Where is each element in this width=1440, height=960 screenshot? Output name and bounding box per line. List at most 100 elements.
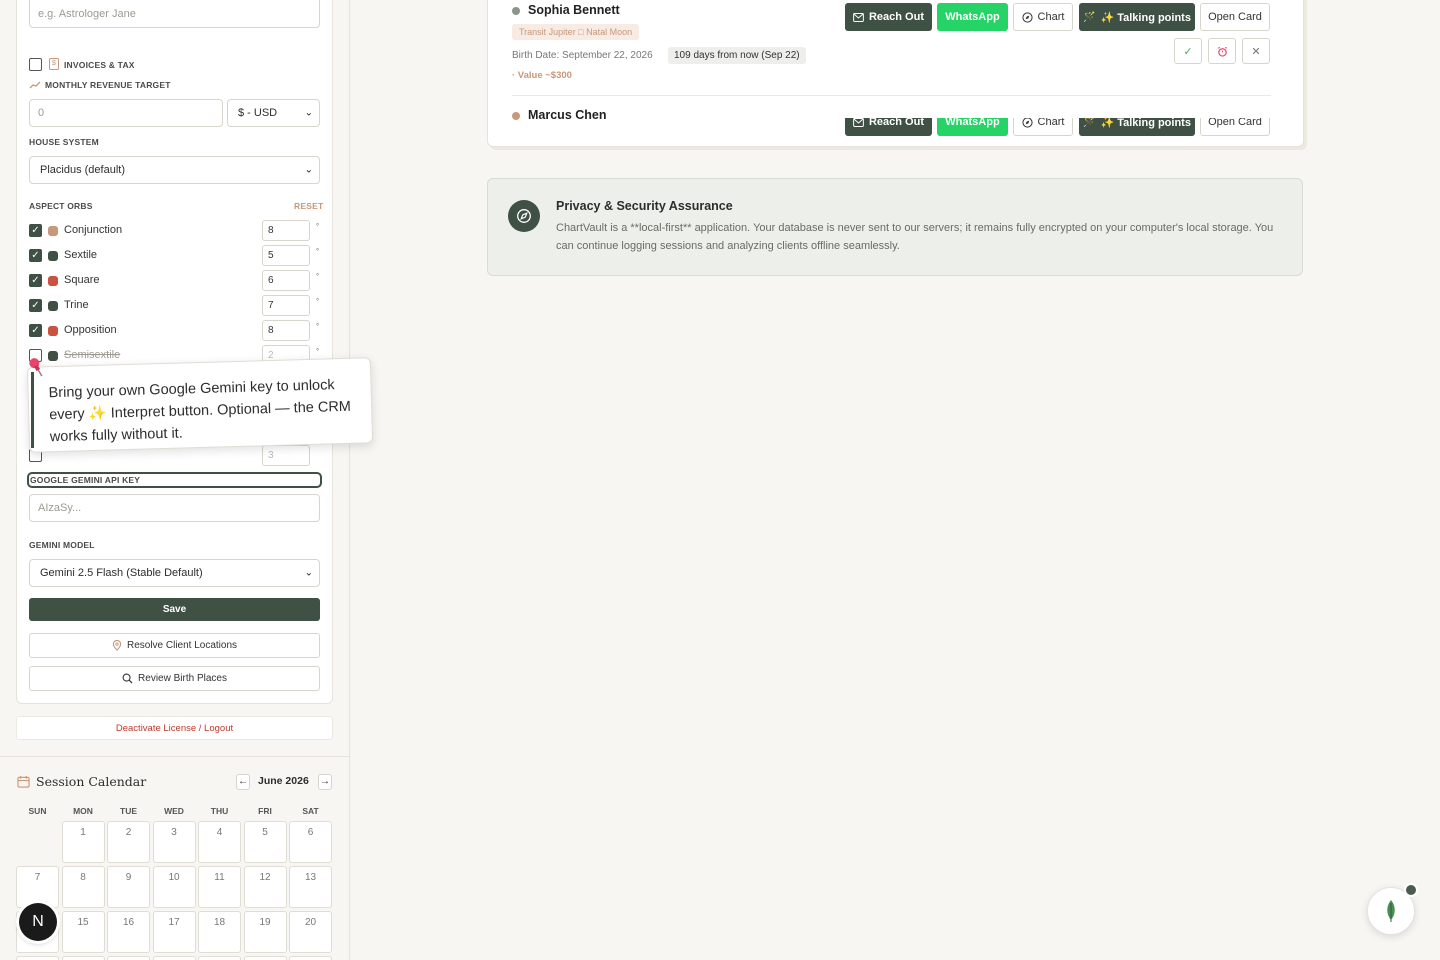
gemini-key-placeholder: AIzaSy...: [38, 502, 82, 514]
calendar-day[interactable]: [152, 956, 196, 960]
prev-month-button[interactable]: ←: [236, 774, 250, 790]
calendar-day[interactable]: 17: [152, 911, 196, 953]
calendar-day[interactable]: 15: [61, 911, 105, 953]
calendar-day[interactable]: 10: [152, 866, 196, 908]
avatar[interactable]: N: [19, 903, 57, 941]
house-system-select[interactable]: Placidus (default) ⌄: [29, 156, 320, 184]
chart-button[interactable]: Chart: [1013, 3, 1073, 31]
degree-symbol: °: [316, 222, 320, 231]
calendar-day[interactable]: 5: [243, 821, 287, 863]
orb-checkbox[interactable]: ✓: [29, 249, 42, 262]
revenue-target-input[interactable]: 0: [29, 99, 223, 127]
calendar-day[interactable]: 1: [61, 821, 105, 863]
calendar-day[interactable]: 16: [107, 911, 150, 953]
client-actions-clipped: Reach Out WhatsApp Chart 🪄 ✨ Talking poi…: [488, 118, 1303, 146]
privacy-body: ChartVault is a **local-first** applicat…: [556, 222, 1274, 252]
calendar-day[interactable]: 8: [61, 866, 105, 908]
sidebar: e.g. Astrologer Jane $ INVOICES & TAX MO…: [0, 0, 350, 960]
client-name[interactable]: Sophia Bennett: [528, 3, 620, 17]
weekday-header: THU: [210, 806, 229, 816]
calendar-day[interactable]: 3: [152, 821, 196, 863]
reach-out-button[interactable]: Reach Out: [845, 118, 932, 136]
open-card-button[interactable]: Open Card: [1200, 118, 1270, 136]
calendar-day[interactable]: 7: [16, 866, 59, 908]
upcoming-clients-card: Sophia Bennett Transit Jupiter □ Natal M…: [487, 0, 1304, 147]
gemini-key-input[interactable]: AIzaSy...: [29, 494, 320, 522]
orb-value-input[interactable]: 3: [262, 445, 310, 466]
calendar-day[interactable]: 4: [198, 821, 241, 863]
talking-points-button[interactable]: 🪄 ✨ Talking points: [1079, 118, 1195, 136]
client-value: · Value ~$300: [512, 70, 572, 81]
orb-value-input[interactable]: 8: [262, 220, 310, 241]
house-system-label: HOUSE SYSTEM: [29, 137, 99, 147]
open-card-button[interactable]: Open Card: [1200, 3, 1270, 31]
sparkles-icon: ✨: [88, 405, 107, 423]
orb-value-input[interactable]: 8: [262, 320, 310, 341]
reach-out-button[interactable]: Reach Out: [845, 3, 932, 31]
calendar-day[interactable]: 11: [198, 866, 241, 908]
whatsapp-label: WhatsApp: [945, 11, 1000, 23]
reach-out-label: Reach Out: [868, 11, 924, 23]
astrologer-name-input[interactable]: e.g. Astrologer Jane: [29, 0, 320, 28]
open-card-label: Open Card: [1208, 11, 1262, 23]
chevron-down-icon: ⌄: [304, 107, 313, 119]
dismiss-button[interactable]: ✕: [1242, 38, 1270, 64]
chart-button[interactable]: Chart: [1013, 118, 1073, 136]
orb-name: Sextile: [64, 249, 98, 261]
calendar-day[interactable]: 2: [107, 821, 150, 863]
calendar-day[interactable]: 20: [289, 911, 332, 953]
currency-select[interactable]: $ - USD ⌄: [227, 99, 320, 127]
gemini-key-label: GOOGLE GEMINI API KEY: [30, 475, 141, 485]
calendar-day[interactable]: 19: [243, 911, 287, 953]
conjunction-color-icon: [48, 226, 58, 236]
orb-checkbox[interactable]: ✓: [29, 299, 42, 312]
calendar-day[interactable]: [16, 956, 59, 960]
degree-symbol: °: [316, 272, 320, 281]
whatsapp-button[interactable]: WhatsApp: [937, 118, 1008, 136]
map-pin-icon: [112, 640, 122, 651]
weekday-header: SUN: [28, 806, 47, 816]
gemini-model-select[interactable]: Gemini 2.5 Flash (Stable Default) ⌄: [29, 559, 320, 587]
house-system-value: Placidus (default): [40, 164, 125, 176]
degree-symbol: °: [316, 247, 320, 256]
orb-value-input[interactable]: 7: [262, 295, 310, 316]
calendar-day[interactable]: 13: [289, 866, 332, 908]
logout-button[interactable]: Deactivate License / Logout: [16, 716, 333, 740]
calendar-month: June 2026: [258, 775, 309, 787]
calendar-day[interactable]: 9: [107, 866, 150, 908]
close-icon: ✕: [1251, 45, 1261, 58]
orb-row-conjunction: ✓ Conjunction 8 °: [29, 220, 320, 241]
revenue-target-label: MONTHLY REVENUE TARGET: [45, 80, 171, 90]
calendar-day[interactable]: 6: [289, 821, 332, 863]
orb-checkbox[interactable]: ✓: [29, 324, 42, 337]
review-birth-places-label: Review Birth Places: [138, 673, 227, 684]
orb-value-input[interactable]: 5: [262, 245, 310, 266]
invoices-checkbox[interactable]: [29, 58, 42, 71]
compass-icon: [508, 200, 540, 232]
next-month-button[interactable]: →: [318, 774, 332, 790]
calendar-day[interactable]: [107, 956, 150, 960]
degree-symbol: °: [316, 322, 320, 331]
opposition-color-icon: [48, 326, 58, 336]
reset-orbs-button[interactable]: RESET: [294, 201, 323, 211]
snooze-button[interactable]: [1208, 38, 1236, 64]
orb-value-input[interactable]: 6: [262, 270, 310, 291]
status-dot: [512, 7, 520, 15]
whatsapp-button[interactable]: WhatsApp: [937, 3, 1008, 31]
orb-checkbox[interactable]: ✓: [29, 274, 42, 287]
square-color-icon: [48, 276, 58, 286]
review-birth-places-button[interactable]: Review Birth Places: [29, 666, 320, 691]
weekday-header: FRI: [258, 806, 272, 816]
calendar-day[interactable]: 12: [243, 866, 287, 908]
confirm-button[interactable]: ✓: [1174, 38, 1202, 64]
calendar-day[interactable]: [243, 956, 287, 960]
calendar-icon: [17, 775, 30, 788]
calendar-day[interactable]: 18: [198, 911, 241, 953]
calendar-day[interactable]: [289, 956, 332, 960]
calendar-day[interactable]: [198, 956, 241, 960]
orb-checkbox[interactable]: ✓: [29, 224, 42, 237]
talking-points-button[interactable]: 🪄 ✨ Talking points: [1079, 3, 1195, 31]
calendar-day[interactable]: [61, 956, 105, 960]
resolve-locations-button[interactable]: Resolve Client Locations: [29, 633, 320, 658]
save-button[interactable]: Save: [29, 598, 320, 621]
